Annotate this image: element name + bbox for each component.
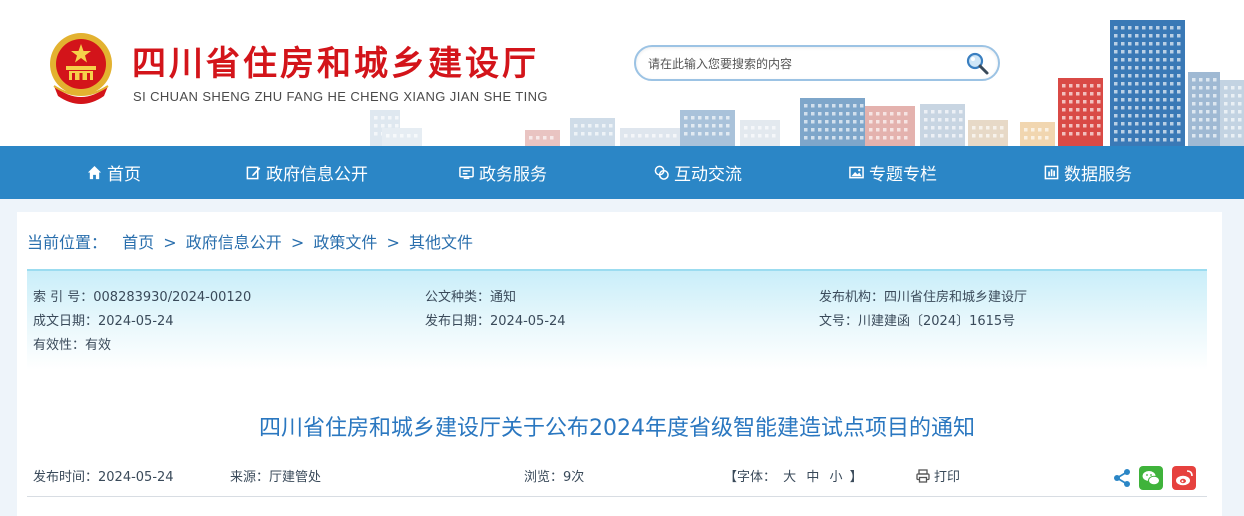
divider — [27, 496, 1207, 497]
breadcrumb-policy-docs[interactable]: 政策文件 — [313, 229, 377, 253]
print-label: 打印 — [934, 470, 961, 485]
document-metadata: 索 引 号：008283930/2024-00120 公文种类：通知 发布机构：… — [27, 269, 1207, 370]
site-subtitle: SI CHUAN SHENG ZHU FANG HE CHENG XIANG J… — [133, 89, 548, 104]
meta-publisher: 发布机构：四川省住房和城乡建设厅 — [819, 290, 1028, 305]
main-nav: 首页 政府信息公开 政务服务 互动交流 专题专栏 数据服务 — [0, 146, 1244, 199]
share-icon[interactable] — [1110, 466, 1134, 490]
image-icon — [849, 166, 864, 179]
font-size-control: 【字体： 大 中 小 】 — [724, 466, 863, 485]
article-title: 四川省住房和城乡建设厅关于公布2024年度省级智能建造试点项目的通知 — [259, 416, 975, 441]
article-views: 浏览：9次 — [524, 470, 585, 485]
font-large-button[interactable]: 大 — [783, 470, 796, 485]
nav-item-label: 首页 — [107, 165, 141, 185]
chat-icon — [654, 165, 669, 180]
font-size-label: 【字体： — [724, 470, 777, 485]
meta-created-date: 成文日期：2024-05-24 — [33, 314, 174, 329]
breadcrumb-home[interactable]: 首页 — [122, 229, 154, 253]
search-icon[interactable] — [964, 50, 990, 76]
service-icon — [459, 166, 474, 180]
printer-icon — [916, 468, 930, 483]
breadcrumb-prefix: 当前位置： — [27, 233, 108, 252]
print-button[interactable]: 打印 — [916, 466, 960, 485]
home-icon — [87, 165, 102, 180]
font-medium-button[interactable]: 中 — [806, 470, 819, 485]
weibo-share-icon[interactable] — [1172, 466, 1196, 490]
nav-item-data-services[interactable]: 数据服务 — [1044, 146, 1132, 199]
nav-item-label: 专题专栏 — [869, 165, 937, 185]
search-box[interactable] — [634, 45, 1000, 81]
nav-item-label: 政务服务 — [479, 165, 547, 185]
breadcrumb-other-docs[interactable]: 其他文件 — [409, 229, 473, 253]
nav-item-label: 数据服务 — [1064, 165, 1132, 185]
national-emblem-logo — [50, 33, 112, 104]
article-source: 来源：厅建管处 — [230, 470, 322, 485]
font-small-button[interactable]: 小 — [829, 470, 842, 485]
nav-item-services[interactable]: 政务服务 — [459, 146, 547, 199]
meta-published-date: 发布日期：2024-05-24 — [425, 314, 566, 329]
article-publish-time: 发布时间：2024-05-24 — [33, 470, 174, 485]
meta-doc-number: 文号：川建建函〔2024〕1615号 — [819, 314, 1016, 329]
nav-item-home[interactable]: 首页 — [87, 146, 141, 199]
nav-item-topics[interactable]: 专题专栏 — [849, 146, 937, 199]
meta-validity: 有效性：有效 — [33, 338, 112, 353]
breadcrumb-separator: > — [290, 233, 305, 252]
site-header: 四川省住房和城乡建设厅 SI CHUAN SHENG ZHU FANG HE C… — [0, 0, 1244, 146]
meta-doc-type: 公文种类：通知 — [425, 290, 517, 305]
breadcrumb: 当前位置： 首页 > 政府信息公开 > 政策文件 > 其他文件 — [27, 229, 473, 253]
breadcrumb-separator: > — [386, 233, 400, 252]
nav-item-label: 政府信息公开 — [266, 165, 368, 185]
meta-index-number: 索 引 号：008283930/2024-00120 — [33, 290, 252, 305]
nav-item-interaction[interactable]: 互动交流 — [654, 146, 742, 199]
wechat-share-icon[interactable] — [1139, 466, 1163, 490]
nav-item-label: 互动交流 — [674, 165, 742, 185]
data-icon — [1044, 165, 1059, 180]
edit-icon — [246, 166, 261, 180]
font-size-close: 】 — [849, 470, 863, 485]
search-input[interactable] — [648, 54, 948, 74]
site-title: 四川省住房和城乡建设厅 — [132, 44, 539, 84]
breadcrumb-gov-info[interactable]: 政府信息公开 — [186, 229, 282, 253]
breadcrumb-separator: > — [163, 233, 177, 252]
nav-item-gov-info[interactable]: 政府信息公开 — [246, 146, 368, 199]
